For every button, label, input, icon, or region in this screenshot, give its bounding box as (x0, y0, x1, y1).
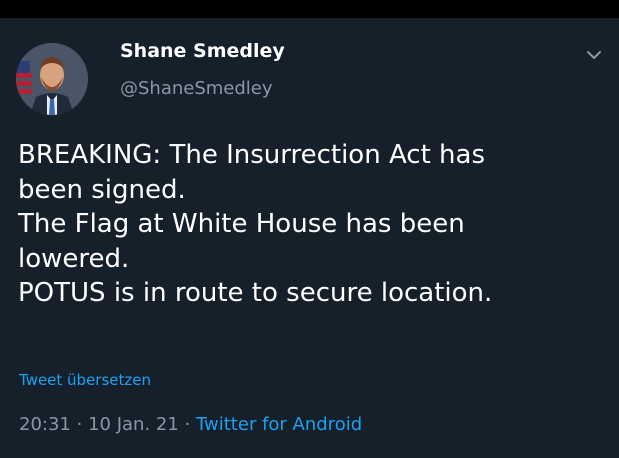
author-name[interactable]: Shane Smedley (120, 40, 285, 62)
author-handle[interactable]: @ShaneSmedley (120, 78, 273, 99)
tweet-card: Shane Smedley @ShaneSmedley BREAKING: Th… (0, 18, 619, 458)
tweet-source-link[interactable]: Twitter for Android (196, 414, 362, 435)
avatar[interactable] (16, 43, 88, 115)
tweet-time[interactable]: 20:31 (19, 414, 71, 435)
tweet-text-line: been signed. (18, 174, 186, 205)
tweet-meta: 20:31 · 10 Jan. 21 · Twitter for Android (19, 414, 362, 435)
tweet-text-line: lowered. (18, 243, 130, 274)
tweet-text-line: The Flag at White House has been (18, 209, 465, 239)
tweet-menu-button[interactable] (583, 46, 605, 64)
tweet-text-line: BREAKING: The Insurrection Act has (18, 140, 485, 170)
meta-separator: · (76, 414, 83, 435)
chevron-down-icon (587, 51, 601, 59)
profile-photo-icon (16, 43, 88, 115)
tweet-date[interactable]: 10 Jan. 21 (88, 414, 179, 435)
translate-tweet-link[interactable]: Tweet übersetzen (19, 371, 151, 389)
tweet-text-line: POTUS is in route to secure location. (18, 278, 493, 308)
meta-separator: · (184, 414, 191, 435)
tweet-text: BREAKING: The Insurrection Act has been … (18, 138, 608, 311)
